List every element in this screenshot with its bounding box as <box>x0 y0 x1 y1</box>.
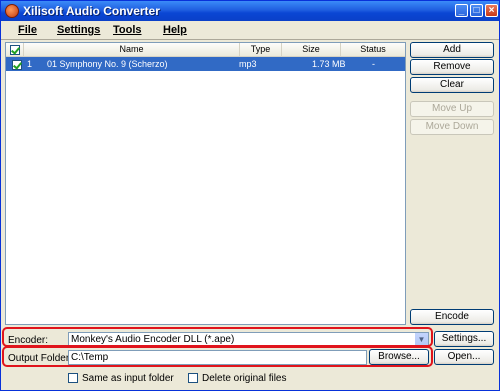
add-button[interactable]: Add <box>410 42 494 58</box>
clear-button[interactable]: Clear <box>410 77 494 93</box>
menu-file[interactable]: File <box>18 24 37 36</box>
move-up-button[interactable]: Move Up <box>410 101 494 117</box>
row-checkbox[interactable] <box>12 59 22 70</box>
encoder-highlight <box>2 327 433 347</box>
header-type[interactable]: Type <box>240 43 282 57</box>
list-header: Name Type Size Status <box>6 43 405 57</box>
file-list[interactable]: Name Type Size Status 1 01 Symphony No. … <box>5 42 406 325</box>
app-icon <box>5 4 19 18</box>
encode-button[interactable]: Encode <box>410 309 494 325</box>
output-folder-highlight <box>2 346 433 367</box>
menu-bar: File Settings Tools Help <box>1 21 499 39</box>
header-select-all[interactable] <box>6 43 24 57</box>
row-index: 1 <box>27 59 33 69</box>
select-all-checkbox[interactable] <box>9 44 20 55</box>
app-window: Xilisoft Audio Converter _ □ × File Sett… <box>0 0 500 391</box>
close-button[interactable]: × <box>485 4 498 17</box>
row-size: 1.73 MB <box>312 59 346 69</box>
remove-button[interactable]: Remove <box>410 59 494 75</box>
delete-original-checkbox[interactable] <box>188 373 198 383</box>
header-name[interactable]: Name <box>24 43 240 57</box>
row-name: 01 Symphony No. 9 (Scherzo) <box>47 59 168 69</box>
same-as-input-checkbox[interactable] <box>68 373 78 383</box>
maximize-button[interactable]: □ <box>470 4 483 17</box>
menu-tools[interactable]: Tools <box>113 24 142 36</box>
delete-original-label[interactable]: Delete original files <box>202 373 287 384</box>
menu-divider <box>1 39 499 40</box>
title-bar[interactable]: Xilisoft Audio Converter _ □ × <box>1 1 499 21</box>
minimize-button[interactable]: _ <box>455 4 468 17</box>
row-checkbox-cell[interactable] <box>12 57 22 71</box>
menu-settings[interactable]: Settings <box>57 24 100 36</box>
row-type: mp3 <box>239 59 257 69</box>
window-title: Xilisoft Audio Converter <box>23 4 160 18</box>
settings-button[interactable]: Settings... <box>434 331 494 347</box>
header-status[interactable]: Status <box>341 43 405 57</box>
row-status: - <box>372 59 375 69</box>
open-button[interactable]: Open... <box>434 349 494 365</box>
header-size[interactable]: Size <box>282 43 341 57</box>
same-as-input-label[interactable]: Same as input folder <box>82 373 174 384</box>
table-row[interactable]: 1 01 Symphony No. 9 (Scherzo) mp3 1.73 M… <box>6 57 405 71</box>
move-down-button[interactable]: Move Down <box>410 119 494 135</box>
menu-help[interactable]: Help <box>163 24 187 36</box>
